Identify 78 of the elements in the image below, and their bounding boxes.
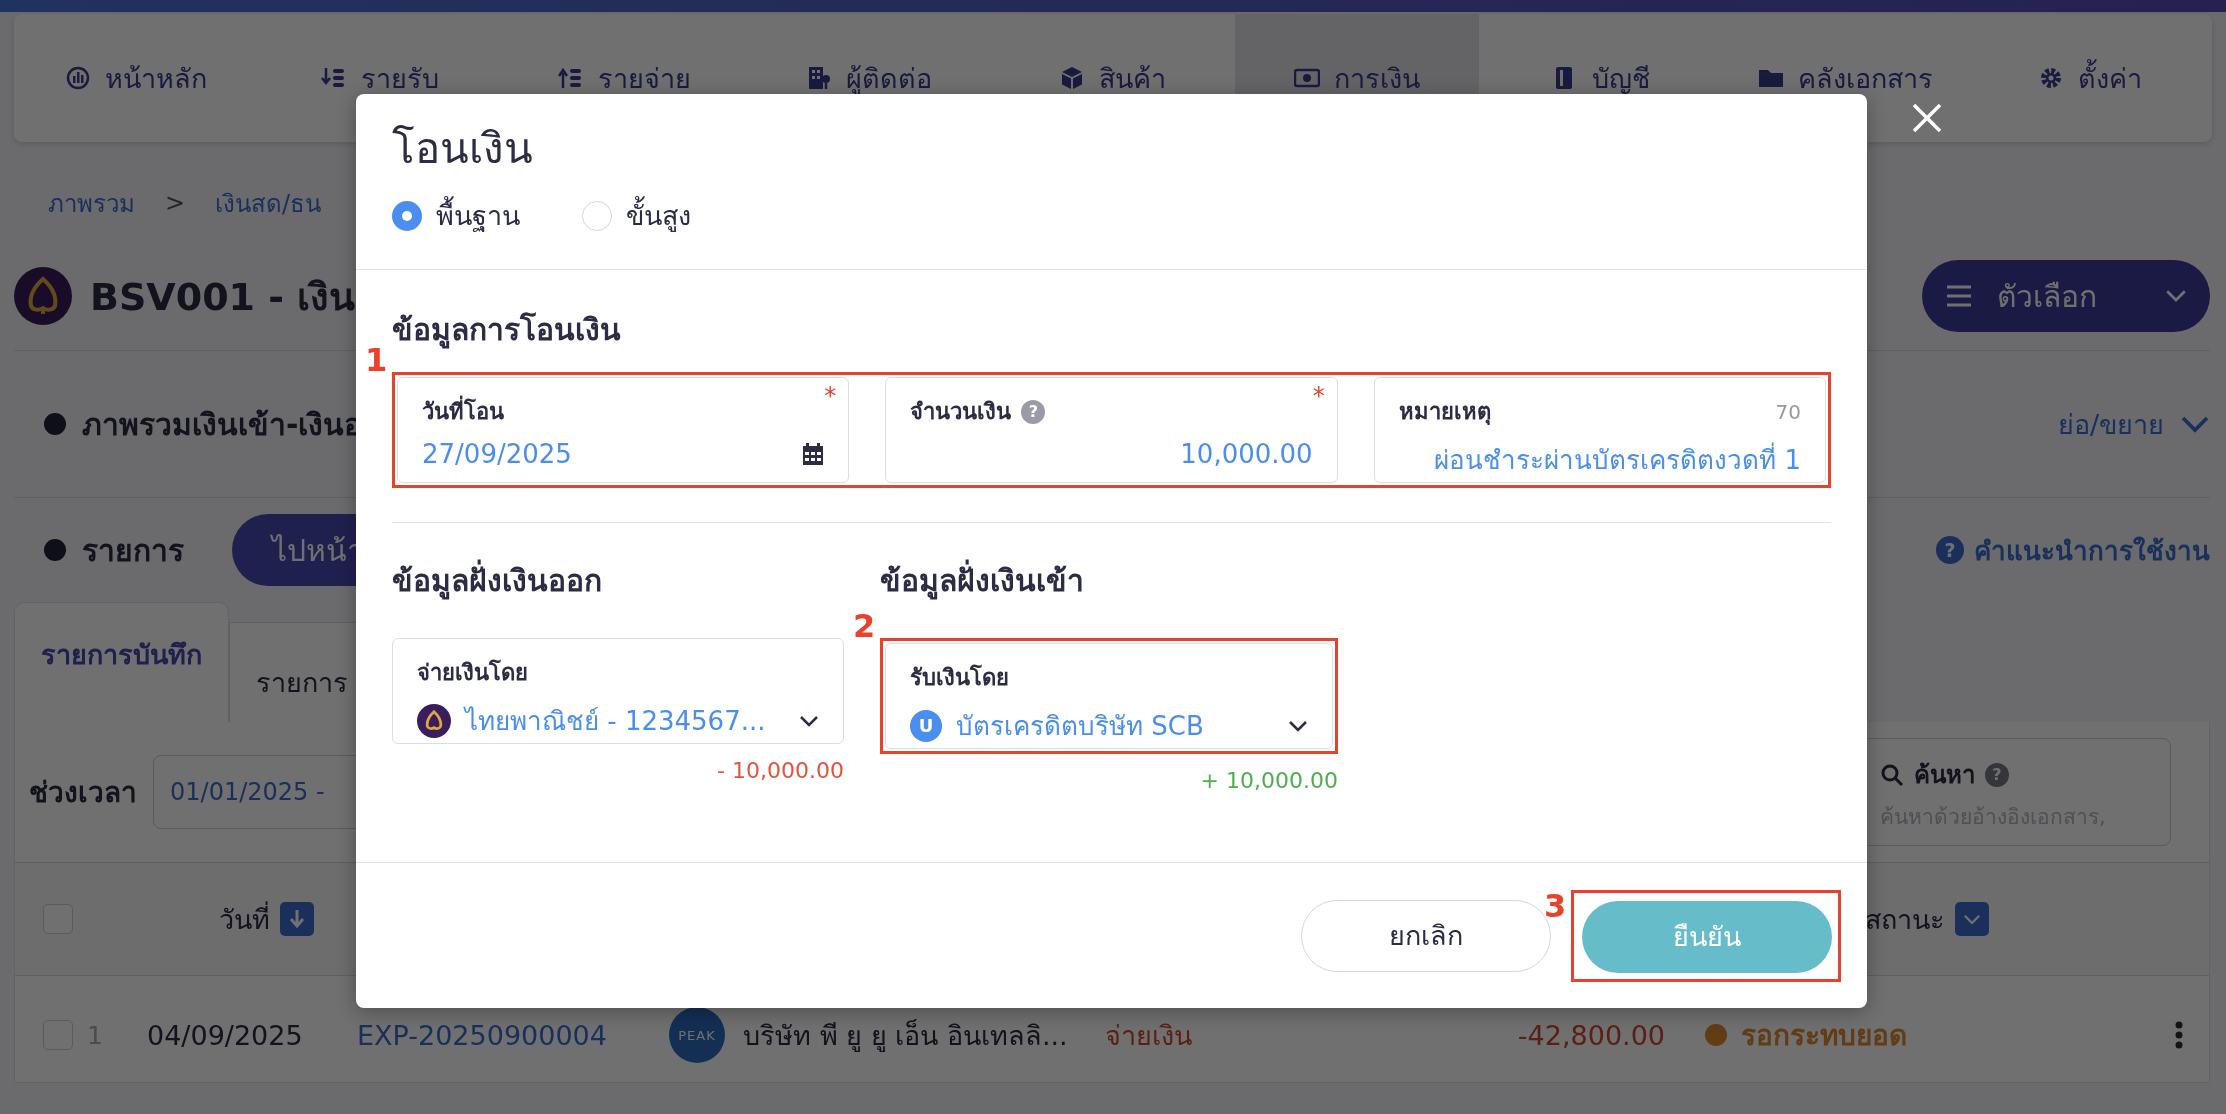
chevron-down-icon [1963, 913, 1981, 925]
nav-tab[interactable]: สินค้า [990, 14, 1236, 142]
field-label: รับเงินโดย [910, 663, 1009, 692]
column-header: สถานะ [1865, 902, 1945, 937]
confirm-button[interactable]: ยืนยัน [1582, 900, 1832, 973]
search-icon [1880, 762, 1904, 787]
chevron-down-icon [1288, 719, 1308, 732]
period-label: ช่วงเวลา [29, 775, 137, 811]
search-label: ค้นหา [1914, 760, 1975, 791]
select-field[interactable]: รับเงินโดย U บัตรเครดิตบริษัท SCB [885, 643, 1333, 749]
chevron-down-icon [2180, 415, 2210, 433]
section-title: ภาพรวมเงินเข้า-เงินอ [82, 405, 363, 444]
field-value: 27/09/2025 [422, 439, 572, 469]
breadcrumb-separator: > [165, 189, 186, 217]
more-options-icon[interactable] [2175, 1021, 2183, 1049]
nav-tab[interactable]: ผู้ติดต่อ [746, 14, 991, 142]
help-icon: ? [1021, 399, 1046, 424]
help-icon: ? [1985, 762, 2009, 787]
field-value: 10,000.00 [1180, 439, 1313, 469]
field-label: หมายเหตุ [1398, 398, 1491, 427]
section-title: ข้อมูลฝั่งเงินเข้า [880, 557, 1338, 604]
status-dot [1705, 1024, 1727, 1046]
bank-logo [417, 703, 451, 738]
nav-tab[interactable]: คลังเอกสาร [1723, 14, 1968, 142]
breadcrumb-link[interactable]: เงินสด/ธน [215, 183, 322, 223]
section-bullet [44, 413, 66, 435]
table-cell-text: -42,800.00 [1516, 1019, 1665, 1051]
outgoing-amount: - 10,000.00 [716, 758, 844, 783]
close-icon[interactable] [1911, 102, 1943, 134]
section-title: รายการ [82, 531, 184, 570]
nav-tab[interactable]: ตั้งค่า [1967, 14, 2212, 142]
help-icon: ? [1936, 536, 1964, 564]
callout-number: 2 [853, 607, 876, 645]
chart-icon [65, 65, 92, 91]
table-cell-text: บริษัท พี ยู ยู เอ็น อินเทลลิ... [743, 1018, 1069, 1054]
nav-tab[interactable]: หน้าหลัก [14, 14, 259, 142]
field-label: วันที่โอน [422, 394, 504, 429]
table-cell-text: 04/09/2025 [147, 1019, 304, 1051]
radio-label: พื้นฐาน [436, 194, 520, 238]
field-value: ผ่อนชำระผ่านบัตรเครดิตงวดที่ 1 [1434, 439, 1801, 480]
nav-tab[interactable]: บัญชี [1479, 14, 1724, 142]
modal-title: โอนเงิน [392, 124, 534, 175]
section-title: ข้อมูลการโอนเงิน [392, 311, 622, 351]
amount-field[interactable]: * จำนวนเงิน ? 10,000.00 [885, 377, 1338, 483]
note-field[interactable]: หมายเหตุ 70 ผ่อนชำระผ่านบัตรเครดิตงวดที่ 1 [1373, 377, 1826, 483]
field-value: บัตรเครดิตบริษัท SCB [956, 710, 1204, 743]
status-label: รอกระทบยอด [1741, 1018, 1907, 1054]
required-mark: * [824, 382, 837, 410]
field-value: ไทยพาณิชย์ - 1234567... [465, 705, 766, 738]
filter-dropdown-button[interactable] [1955, 902, 1989, 936]
radio-button[interactable] [392, 200, 422, 231]
select-field[interactable]: จ่ายเงินโดย ไทยพาณิชย์ - 1234567... [392, 638, 844, 744]
radio-label: ขั้นสูง [626, 194, 691, 238]
options-button[interactable]: ตัวเลือก [1922, 260, 2210, 332]
sort-button[interactable] [280, 902, 314, 936]
menu-icon [1945, 284, 1973, 308]
callout-number: 1 [365, 341, 388, 379]
incoming-amount: + 10,000.00 [1199, 768, 1338, 793]
arrow-down-icon [289, 909, 305, 929]
breadcrumb-link[interactable]: ภาพรวม [48, 183, 135, 223]
chevron-down-icon [2165, 289, 2187, 303]
collapse-toggle[interactable]: ย่อ/ขยาย [2057, 402, 2210, 446]
character-counter: 70 [1775, 399, 1801, 424]
field-label: จำนวนเงิน [910, 398, 1012, 426]
column-header: วันที่ [219, 900, 270, 937]
account-title: BSV001 - เงิน [90, 273, 356, 321]
document-link[interactable]: EXP-20250900004 [357, 1019, 669, 1051]
help-link[interactable]: ? คำแนะนำการใช้งาน [1936, 529, 2210, 571]
table-cell-text: จ่ายเงิน [1105, 1018, 1193, 1053]
calendar-icon [802, 442, 825, 466]
section-bullet [44, 539, 66, 561]
chevron-down-icon [799, 714, 819, 727]
date-field[interactable]: * วันที่โอน 27/09/2025 [397, 377, 850, 483]
account-avatar: U [910, 709, 942, 742]
tab[interactable]: รายการบันทึก [14, 602, 229, 722]
required-mark: * [1312, 382, 1325, 410]
radio-button[interactable] [582, 200, 612, 231]
contact-avatar: PEAK [669, 1007, 725, 1063]
